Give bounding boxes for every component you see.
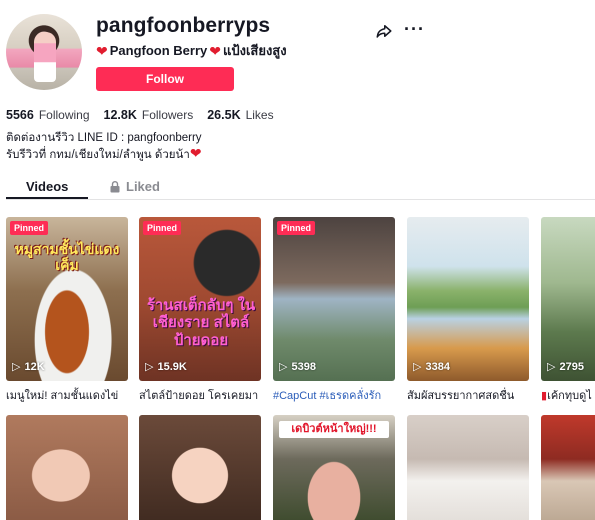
active-tab-indicator (6, 197, 88, 199)
video-thumbnail (541, 217, 595, 381)
video-card[interactable]: ▷ 3384 (407, 217, 529, 381)
view-count-value: 5398 (291, 360, 316, 373)
video-caption[interactable]: เมนูใหม่! สามชั้นแดงไข่ (6, 386, 128, 404)
view-count-value: 12K (24, 360, 45, 373)
follow-button[interactable]: Follow (96, 67, 234, 91)
video-overlay-text: หมูสามชั้นไข่แดงเค็ม (14, 241, 120, 274)
view-count: ▷ 15.9K (145, 360, 187, 374)
stat-label: Followers (141, 108, 194, 122)
display-name: ❤ Pangfoon Berry ❤ แป้งเสียงสูง (96, 40, 287, 61)
tab-videos[interactable]: Videos (26, 179, 68, 194)
video-card[interactable]: ▷ 2795 (541, 217, 595, 381)
play-icon: ▷ (145, 361, 154, 373)
video-caption[interactable]: #CapCut #เธรดคลั่งรัก (273, 386, 395, 404)
video-thumbnail (407, 415, 529, 520)
lock-icon (110, 180, 120, 192)
tab-liked-label: Liked (126, 179, 160, 194)
stat-followers[interactable]: 12.8K Followers (104, 108, 194, 122)
stat-label: Following (38, 108, 90, 122)
video-thumbnail (273, 217, 395, 381)
avatar[interactable] (6, 14, 82, 90)
view-count: ▷ 12K (12, 360, 45, 374)
bio-line: รับรีวิวที่ กทม/เชียงใหม่/ลำพูน ด้วยน้า (6, 149, 190, 161)
profile-tabs: Videos Liked (6, 176, 595, 200)
heart-icon: ❤ (96, 42, 108, 59)
pinned-badge: Pinned (143, 221, 182, 235)
view-count-value: 2795 (559, 360, 584, 373)
heart-icon: ❤ (189, 145, 202, 161)
display-name-text: Pangfoon Berry (109, 43, 208, 58)
view-count-value: 15.9K (157, 360, 187, 373)
video-card[interactable]: หมูสามชั้นไข่แดงเค็ม Pinned ▷ 12K (6, 217, 128, 381)
play-icon: ▷ (12, 361, 21, 373)
share-icon[interactable] (375, 22, 393, 40)
video-caption[interactable]: สไตล์ป้ายดอย โครเคยมา (139, 386, 261, 404)
video-caption[interactable]: ▮เค้กทุบดูไ (541, 386, 595, 404)
video-caption-text: เค้กทุบดูไ (547, 390, 592, 402)
stat-following[interactable]: 5566 Following (6, 108, 90, 122)
video-overlay-text: เดบิวต์หน้าใหญ่!!! (279, 421, 389, 438)
video-card[interactable] (407, 415, 529, 520)
profile-stats: 5566 Following 12.8K Followers 26.5K Lik… (6, 108, 288, 122)
bio-line-2: รับรีวิวที่ กทม/เชียงใหม่/ลำพูน ด้วยน้า❤ (6, 146, 202, 163)
video-overlay-text: ร้านสเต็กลับๆ ในเชียงราย สไตล์ป้ายดอย (146, 297, 256, 349)
video-card[interactable] (139, 415, 261, 520)
video-card[interactable] (6, 415, 128, 520)
view-count-value: 3384 (425, 360, 450, 373)
tab-liked[interactable]: Liked (110, 179, 160, 194)
video-card[interactable]: Pinned ▷ 5398 (273, 217, 395, 381)
video-card[interactable]: ร้านสเต็กลับๆ ในเชียงราย สไตล์ป้ายดอย Pi… (139, 217, 261, 381)
pinned-badge: Pinned (10, 221, 49, 235)
play-icon: ▷ (413, 361, 422, 373)
video-card[interactable]: เดบิวต์หน้าใหญ่!!! (273, 415, 395, 520)
stat-value: 5566 (6, 108, 34, 122)
play-icon: ▷ (279, 361, 288, 373)
avatar-figure (34, 32, 56, 82)
stat-value: 12.8K (103, 108, 137, 122)
view-count: ▷ 2795 (547, 360, 584, 374)
display-name-suffix: แป้งเสียงสูง (222, 43, 287, 58)
video-card[interactable] (541, 415, 595, 520)
stat-value: 26.5K (207, 108, 241, 122)
heart-icon: ❤ (209, 42, 221, 59)
stat-likes: 26.5K Likes (207, 108, 273, 122)
pinned-badge: Pinned (277, 221, 316, 235)
video-caption[interactable]: สัมผัสบรรยากาศสดชื่น (407, 386, 529, 404)
video-thumbnail (139, 415, 261, 520)
video-thumbnail (6, 415, 128, 520)
view-count: ▷ 5398 (279, 360, 316, 374)
video-thumbnail (541, 415, 595, 520)
video-thumbnail (407, 217, 529, 381)
view-count: ▷ 3384 (413, 360, 450, 374)
bio: ติดต่องานรีวิว LINE ID : pangfoonberry ร… (6, 130, 202, 163)
play-icon: ▷ (547, 361, 556, 373)
username: pangfoonberryps (96, 14, 271, 37)
more-options-icon[interactable]: ··· (404, 20, 425, 38)
stat-label: Likes (245, 108, 274, 122)
bio-line: ติดต่องานรีวิว LINE ID : pangfoonberry (6, 132, 202, 144)
